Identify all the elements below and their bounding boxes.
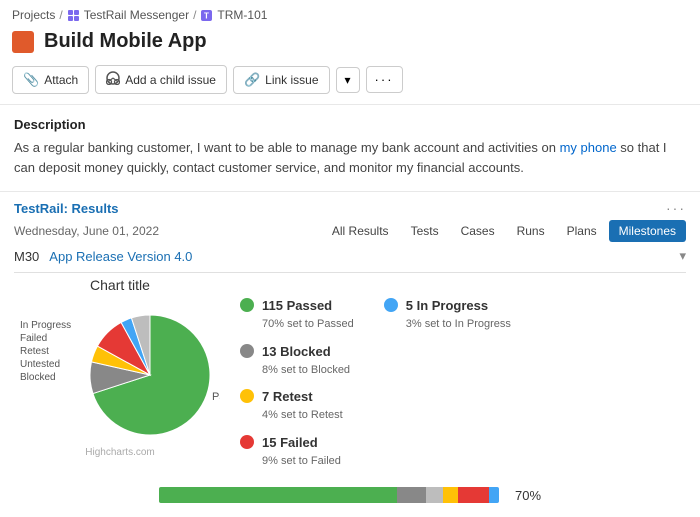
breadcrumb-icon2: T — [200, 9, 213, 22]
legend-text: 115 Passed70% set to Passed — [262, 297, 354, 333]
link-issue-button[interactable]: 🔗 Link issue — [233, 66, 330, 94]
legend-column: 115 Passed70% set to Passed 13 Blocked8% … — [240, 297, 354, 469]
breadcrumb-icon — [67, 9, 80, 22]
chart-title: Chart title — [10, 277, 230, 293]
page-title: Build Mobile App — [44, 30, 207, 53]
progress-segment — [443, 487, 458, 503]
pie-wrapper: Passed In Progress Failed Retest Untested Bl… — [20, 295, 220, 445]
pie-label-retest: Retest — [20, 346, 71, 357]
chevron-down-icon: ▾ — [679, 248, 686, 264]
legend-row: 13 Blocked8% set to Blocked — [240, 343, 354, 379]
legend-columns: 115 Passed70% set to Passed 13 Blocked8% … — [240, 297, 690, 469]
attach-button[interactable]: 📎 Attach — [12, 66, 89, 94]
tab-runs[interactable]: Runs — [507, 220, 555, 242]
pie-label-in-progress: In Progress — [20, 320, 71, 331]
progress-bar — [159, 487, 499, 503]
legend-text: 15 Failed9% set to Failed — [262, 434, 341, 470]
legend-dot — [384, 298, 398, 312]
breadcrumb: Projects / TestRail Messenger / T TRM-10… — [0, 0, 700, 26]
tab-all-results[interactable]: All Results — [322, 220, 399, 242]
link-icon: 🔗 — [244, 72, 260, 88]
milestone-label: M30 — [14, 249, 39, 264]
legend-column: 5 In Progress3% set to In Progress — [384, 297, 511, 333]
legend-text: 7 Retest4% set to Retest — [262, 388, 343, 424]
tabs-row: All ResultsTestsCasesRunsPlansMilestones — [322, 220, 686, 242]
legend-dot — [240, 298, 254, 312]
breadcrumb-sep2: / — [193, 8, 196, 22]
description-title: Description — [14, 117, 686, 132]
pie-label-blocked: Blocked — [20, 372, 71, 383]
breadcrumb-projects[interactable]: Projects — [12, 8, 55, 22]
legend-dot — [240, 389, 254, 403]
tab-tests[interactable]: Tests — [401, 220, 449, 242]
legend-right: 115 Passed70% set to Passed 13 Blocked8% … — [240, 277, 690, 469]
legend-dot — [240, 435, 254, 449]
legend-dot — [240, 344, 254, 358]
progress-segment — [426, 487, 443, 503]
legend-row: 5 In Progress3% set to In Progress — [384, 297, 511, 333]
description-text-plain: As a regular banking customer, I want to… — [14, 140, 560, 155]
testrail-date: Wednesday, June 01, 2022 — [14, 224, 159, 238]
pie-labels: In Progress Failed Retest Untested Blocked — [20, 320, 71, 383]
description-text: As a regular banking customer, I want to… — [14, 138, 686, 177]
legend-group-left: 115 Passed70% set to Passed 13 Blocked8% … — [240, 297, 690, 469]
description-link[interactable]: my phone — [560, 140, 617, 155]
tab-plans[interactable]: Plans — [557, 220, 607, 242]
svg-text:Passed: Passed — [212, 391, 220, 403]
svg-text:T: T — [204, 11, 209, 20]
legend-text: 13 Blocked8% set to Blocked — [262, 343, 350, 379]
chart-area: Chart title Passed In Progress Failed Rete… — [0, 273, 700, 479]
progress-segment — [458, 487, 489, 503]
highcharts-label: Highcharts.com — [10, 445, 230, 458]
child-issue-icon — [106, 71, 120, 88]
legend-row: 115 Passed70% set to Passed — [240, 297, 354, 333]
description-section: Description As a regular banking custome… — [0, 105, 700, 187]
progress-segment — [489, 487, 499, 503]
paperclip-icon: 📎 — [23, 72, 39, 88]
more-button[interactable]: ··· — [366, 66, 403, 93]
progress-segment — [397, 487, 426, 503]
page-header: Build Mobile App — [0, 26, 700, 61]
progress-bar-section: 70% — [0, 479, 700, 515]
testrail-title: TestRail: Results — [14, 201, 119, 216]
testrail-more-button[interactable]: ··· — [666, 200, 686, 216]
progress-percent: 70% — [515, 488, 541, 503]
tab-cases[interactable]: Cases — [451, 220, 505, 242]
legend-row: 15 Failed9% set to Failed — [240, 434, 354, 470]
breadcrumb-app[interactable]: TestRail Messenger — [84, 8, 189, 22]
legend-row: 7 Retest4% set to Retest — [240, 388, 354, 424]
add-child-issue-button[interactable]: Add a child issue — [95, 65, 227, 94]
page-icon — [12, 31, 34, 53]
chart-container: Chart title Passed In Progress Failed Rete… — [10, 277, 230, 458]
legend-text: 5 In Progress3% set to In Progress — [406, 297, 511, 333]
milestone-row: M30 App Release Version 4.0 ▾ — [0, 246, 700, 272]
toolbar: 📎 Attach Add a child issue 🔗 Link issue … — [0, 61, 700, 105]
breadcrumb-issue[interactable]: TRM-101 — [217, 8, 267, 22]
dropdown-button[interactable]: ▾ — [336, 67, 360, 93]
pie-label-failed: Failed — [20, 333, 71, 344]
breadcrumb-sep1: / — [59, 8, 62, 22]
tab-milestones[interactable]: Milestones — [609, 220, 686, 242]
milestone-link[interactable]: App Release Version 4.0 — [49, 249, 192, 264]
pie-label-untested: Untested — [20, 359, 71, 370]
progress-segment — [159, 487, 397, 503]
testrail-header: TestRail: Results ··· — [0, 192, 700, 220]
testrail-section: TestRail: Results ··· Wednesday, June 01… — [0, 191, 700, 246]
